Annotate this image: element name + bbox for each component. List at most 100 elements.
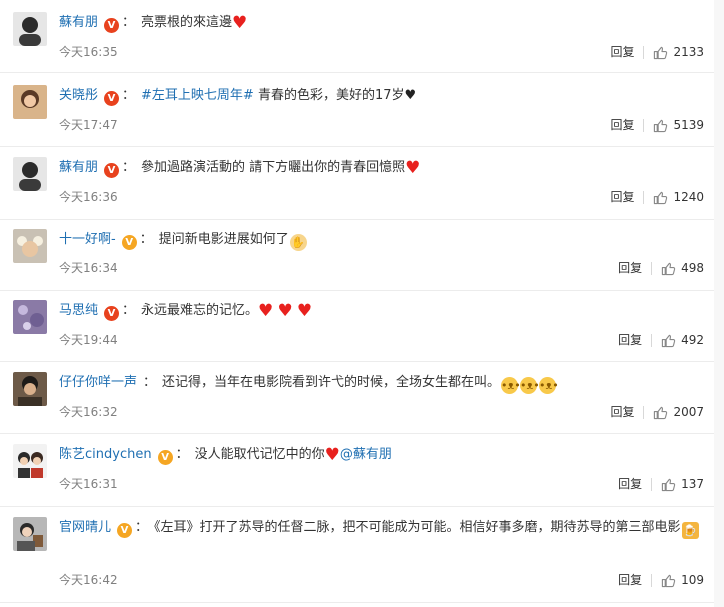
reply-button[interactable]: 回复 [618, 330, 642, 350]
reply-button[interactable]: 回复 [610, 42, 634, 62]
comment-username[interactable]: 关晓彤 [59, 88, 98, 103]
divider [643, 405, 645, 419]
topic-link[interactable]: #左耳上映七周年# [141, 88, 254, 103]
comment-text: 亮票根的來這邊 [141, 15, 233, 30]
colon: ： [139, 232, 153, 247]
comment-item: 关晓彤 V： #左耳上映七周年# 青春的色彩，美好的17岁♥ 今天17:47 回复 … [0, 73, 714, 147]
comment-text: 提问新电影进展如何了 [158, 232, 289, 247]
divider [643, 118, 645, 132]
reply-button[interactable]: 回复 [618, 474, 642, 494]
comment-text: 没人能取代记忆中的你 [194, 447, 325, 462]
reply-button[interactable]: 回复 [618, 570, 642, 590]
thumbs-up-icon [661, 334, 676, 347]
like-button[interactable]: 2007 [653, 402, 704, 422]
comment-timestamp: 今天16:36 [59, 190, 118, 204]
verified-badge-icon: V [104, 306, 120, 321]
divider [651, 477, 653, 491]
comment-item: 仔仔你咩一声：还记得，当年在电影院看到许弋的时候，全场女生都在叫。•ᴥ••ᴥ••… [0, 362, 714, 434]
scrollbar[interactable] [714, 0, 724, 607]
reply-button[interactable]: 回复 [610, 187, 634, 207]
comment-timestamp: 今天16:34 [59, 261, 118, 275]
comment-item: 蘇有朋 V： 亮票根的來這邊♥ 今天16:35 回复 2133 [0, 0, 714, 73]
comment-item: 陈艺cindychen V：没人能取代记忆中的你♥@蘇有朋 今天16:31 回复 … [0, 434, 714, 507]
verified-badge-icon: V [121, 235, 137, 250]
heart-emoji-icon: ♥ [296, 301, 313, 321]
like-button[interactable]: 109 [661, 570, 704, 590]
like-count: 1240 [673, 190, 704, 204]
avatar[interactable] [13, 372, 47, 406]
thumbs-up-icon [654, 119, 668, 132]
like-count: 2133 [673, 45, 704, 59]
divider [643, 45, 645, 59]
like-count: 137 [681, 477, 704, 491]
like-button[interactable]: 137 [661, 474, 704, 494]
avatar[interactable] [13, 229, 47, 263]
comment-item: 官网晴儿 V： 《左耳》打开了苏导的任督二脉，把不可能成为可能。相信好事多磨，期待苏… [0, 507, 714, 603]
like-button[interactable]: 2133 [653, 42, 704, 62]
like-count: 498 [681, 261, 704, 275]
like-button[interactable]: 1240 [653, 187, 704, 207]
comment-username[interactable]: 蘇有朋 [59, 15, 98, 30]
comment-username[interactable]: 十一好啊- [59, 232, 116, 247]
comment-text: 永远最难忘的记忆。 [141, 303, 259, 318]
like-button[interactable]: 5139 [653, 115, 704, 135]
colon: ： [122, 88, 136, 103]
like-button[interactable]: 498 [661, 258, 704, 278]
comment-timestamp: 今天16:42 [59, 573, 118, 587]
like-count: 492 [681, 333, 704, 347]
doge-emoji-icon: •ᴥ• [539, 377, 559, 394]
cheers-emoji-icon: 🍺 [681, 522, 699, 539]
thumbs-up-icon [654, 406, 668, 419]
reply-button[interactable]: 回复 [610, 402, 634, 422]
comment-username[interactable]: 仔仔你咩一声 [59, 375, 137, 390]
comment-timestamp: 今天16:31 [59, 477, 118, 491]
verified-badge-icon: V [157, 450, 173, 465]
reply-button[interactable]: 回复 [610, 115, 634, 135]
thumbs-up-icon [654, 191, 668, 204]
doge-emoji-icon: •ᴥ• [501, 377, 521, 394]
comment-timestamp: 今天17:47 [59, 118, 118, 132]
comment-text: 參加過路演活動的 請下方曬出你的青春回憶照 [141, 160, 406, 175]
comment-username[interactable]: 蘇有朋 [59, 160, 98, 175]
comment-username[interactable]: 官网晴儿 [59, 520, 111, 535]
verified-badge-icon: V [104, 91, 120, 106]
mention-link[interactable]: @蘇有朋 [340, 447, 392, 462]
colon: ： [135, 520, 149, 535]
thumbs-up-icon [661, 478, 676, 491]
avatar[interactable] [13, 300, 47, 334]
heart-emoji-icon: ♥ [277, 301, 293, 321]
verified-badge-icon: V [117, 523, 133, 538]
colon: ： [122, 303, 136, 318]
avatar[interactable] [13, 444, 47, 478]
avatar[interactable] [13, 157, 47, 191]
comment-text: 青春的色彩，美好的17岁 [257, 88, 405, 103]
doge-emoji-icon: •ᴥ• [520, 377, 540, 394]
divider [651, 261, 653, 275]
avatar[interactable] [13, 517, 47, 551]
heart-emoji-icon: ♥ [404, 88, 417, 103]
like-count: 2007 [673, 405, 704, 419]
like-button[interactable]: 492 [661, 330, 704, 350]
avatar[interactable] [13, 85, 47, 119]
thumbs-up-icon [661, 262, 676, 275]
divider [651, 573, 653, 587]
comment-text: 《左耳》打开了苏导的任督二脉，把不可能成为可能。相信好事多磨，期待苏导的第三部电… [154, 520, 681, 535]
comment-item: 马思纯 V：永远最难忘的记忆。♥ ♥ ♥ 今天19:44 回复 492 [0, 291, 714, 362]
reply-button[interactable]: 回复 [618, 258, 642, 278]
verified-badge-icon: V [104, 18, 120, 33]
heart-emoji-icon: ♥ [258, 301, 274, 321]
colon: ： [143, 375, 157, 390]
comment-username[interactable]: 马思纯 [59, 303, 98, 318]
thumbs-up-icon [661, 574, 676, 587]
comment-text: 还记得，当年在电影院看到许弋的时候，全场女生都在叫。 [162, 375, 501, 390]
comment-item: 蘇有朋 V： 參加過路演活動的 請下方曬出你的青春回憶照♥ 今天16:36 回复 1… [0, 147, 714, 220]
comment-username[interactable]: 陈艺cindychen [59, 447, 152, 462]
avatar[interactable] [13, 12, 47, 46]
heart-emoji-icon: ♥ [324, 445, 340, 465]
divider [643, 190, 645, 204]
comment-timestamp: 今天16:32 [59, 405, 118, 419]
divider [651, 333, 653, 347]
comment-item: 十一好啊- V： 提问新电影进展如何了 ✋ 今天16:34 回复 498 [0, 220, 714, 291]
colon: ： [175, 447, 189, 462]
comment-timestamp: 今天16:35 [59, 45, 118, 59]
